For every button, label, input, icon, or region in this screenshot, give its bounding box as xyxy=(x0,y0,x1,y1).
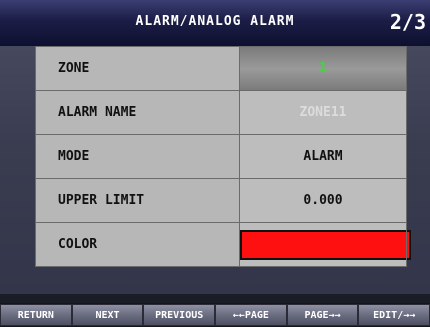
zone-row: ZONE 1 xyxy=(35,46,407,91)
color-label: COLOR xyxy=(35,222,240,267)
page-forward-button[interactable]: PAGE→→ xyxy=(286,304,359,326)
color-field[interactable] xyxy=(239,222,411,267)
alarm-settings-table: ZONE 1 ALARM NAME ZONE11 MODE ALARM UPPE… xyxy=(35,46,411,267)
return-button[interactable]: RETURN xyxy=(0,304,72,326)
color-row: COLOR xyxy=(35,222,411,267)
title-bar: ALARM/ANALOG ALARM 2/3 xyxy=(0,0,430,47)
upper-limit-row: UPPER LIMIT 0.000 xyxy=(35,178,407,223)
previous-button[interactable]: PREVIOUS xyxy=(143,304,216,326)
edit-button[interactable]: EDIT/→→ xyxy=(358,304,430,326)
upper-limit-field[interactable]: 0.000 xyxy=(239,178,407,223)
next-button[interactable]: NEXT xyxy=(71,304,144,326)
alarm-name-label: ALARM NAME xyxy=(35,90,240,135)
function-button-bar: RETURN NEXT PREVIOUS ←←PAGE PAGE→→ EDIT/… xyxy=(0,303,430,327)
upper-limit-label: UPPER LIMIT xyxy=(35,178,240,223)
color-swatch[interactable] xyxy=(240,229,411,260)
page-indicator: 2/3 xyxy=(389,10,426,34)
alarm-name-field[interactable]: ZONE11 xyxy=(239,90,407,135)
zone-value-field[interactable]: 1 xyxy=(239,46,407,91)
mode-label: MODE xyxy=(35,134,240,179)
mode-row: MODE ALARM xyxy=(35,134,407,179)
status-strip xyxy=(0,294,430,303)
screen-title: ALARM/ANALOG ALARM xyxy=(135,14,295,29)
alarm-name-row: ALARM NAME ZONE11 xyxy=(35,90,407,135)
page-back-button[interactable]: ←←PAGE xyxy=(215,304,287,326)
mode-field[interactable]: ALARM xyxy=(239,134,407,179)
zone-label: ZONE xyxy=(35,46,240,91)
